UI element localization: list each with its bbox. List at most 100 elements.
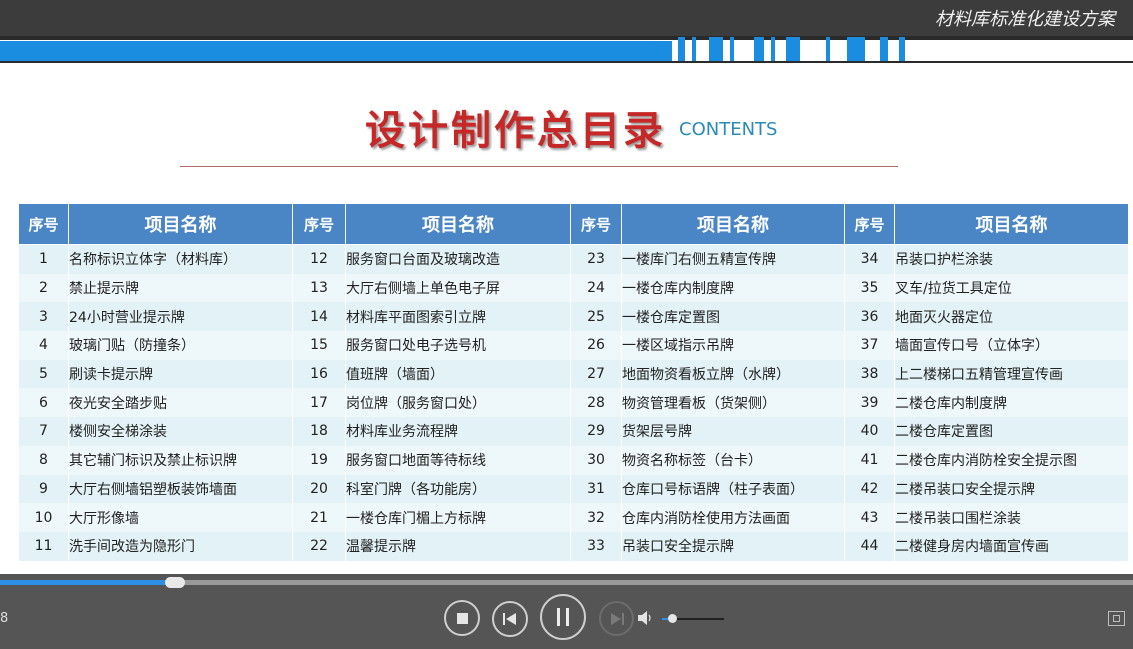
banner-stripe xyxy=(880,37,888,63)
item-name-cell: 一楼区域指示吊牌 xyxy=(621,331,845,360)
previous-button[interactable] xyxy=(492,601,528,637)
item-number-cell: 10 xyxy=(18,503,69,532)
item-number-cell: 37 xyxy=(844,331,895,360)
item-name-cell: 其它辅门标识及禁止标识牌 xyxy=(68,445,293,475)
item-number-cell: 30 xyxy=(570,445,622,475)
item-name-cell: 洗手间改造为隐形门 xyxy=(68,531,293,561)
column-header-name: 项目名称 xyxy=(894,203,1129,245)
item-number-cell: 17 xyxy=(292,388,346,418)
item-name-cell: 24小时营业提示牌 xyxy=(68,302,293,332)
progress-fill xyxy=(0,580,175,585)
item-name-cell: 一楼库门右侧五精宣传牌 xyxy=(621,244,845,274)
pause-icon xyxy=(557,608,569,626)
item-number-cell: 31 xyxy=(570,474,622,504)
item-number-cell: 35 xyxy=(844,273,895,303)
item-number-cell: 42 xyxy=(844,474,895,504)
fullscreen-icon[interactable] xyxy=(1108,611,1125,626)
item-number-cell: 44 xyxy=(844,531,895,561)
table-row: 3 24小时营业提示牌 14 材料库平面图索引立牌 25 一楼仓库定置图 36 地面灭火器定位 xyxy=(18,302,1129,332)
banner-stripe xyxy=(847,37,865,63)
item-name-cell: 货架层号牌 xyxy=(621,417,845,446)
top-divider xyxy=(0,36,1133,40)
item-name-cell: 楼侧安全梯涂装 xyxy=(68,417,293,446)
item-number-cell: 26 xyxy=(570,331,622,360)
banner-stripe xyxy=(786,37,800,63)
item-name-cell: 材料库平面图索引立牌 xyxy=(345,302,571,332)
slide-subtitle: CONTENTS xyxy=(679,119,778,140)
item-name-cell: 二楼健身房内墙面宣传画 xyxy=(894,531,1129,561)
item-name-cell: 墙面宣传口号（立体字） xyxy=(894,331,1129,360)
item-number-cell: 16 xyxy=(292,359,346,389)
table-row: 2 禁止提示牌 13 大厅右侧墙上单色电子屏 24 一楼仓库内制度牌 35 叉车/拉货工具定位 xyxy=(18,273,1129,303)
column-header-number: 序号 xyxy=(292,203,346,245)
item-name-cell: 服务窗口地面等待标线 xyxy=(345,445,571,475)
column-header-number: 序号 xyxy=(18,203,69,245)
item-name-cell: 科室门牌（各功能房） xyxy=(345,474,571,504)
item-name-cell: 仓库内消防栓使用方法画面 xyxy=(621,503,845,532)
item-name-cell: 禁止提示牌 xyxy=(68,273,293,303)
banner-stripe xyxy=(709,37,723,63)
item-number-cell: 1 xyxy=(18,244,69,274)
column-header-number: 序号 xyxy=(844,203,895,245)
item-number-cell: 6 xyxy=(18,388,69,418)
item-number-cell: 40 xyxy=(844,417,895,446)
item-number-cell: 4 xyxy=(18,331,69,360)
time-label: 8 xyxy=(0,611,9,626)
banner-stripe xyxy=(899,37,905,63)
item-name-cell: 仓库口号标语牌（柱子表面） xyxy=(621,474,845,504)
progress-thumb[interactable] xyxy=(165,577,185,588)
item-name-cell: 名称标识立体字（材料库） xyxy=(68,244,293,274)
volume-thumb[interactable] xyxy=(668,614,677,623)
previous-icon xyxy=(503,613,516,625)
column-header-name: 项目名称 xyxy=(621,203,845,245)
item-number-cell: 39 xyxy=(844,388,895,418)
item-name-cell: 大厅右侧墙上单色电子屏 xyxy=(345,273,571,303)
document-title: 材料库标准化建设方案 xyxy=(935,9,1115,30)
item-number-cell: 18 xyxy=(292,417,346,446)
item-number-cell: 13 xyxy=(292,273,346,303)
item-name-cell: 二楼仓库内消防栓安全提示图 xyxy=(894,445,1129,475)
item-number-cell: 23 xyxy=(570,244,622,274)
item-name-cell: 二楼吊装口围栏涂装 xyxy=(894,503,1129,532)
item-name-cell: 物资名称标签（台卡） xyxy=(621,445,845,475)
fullscreen-inner xyxy=(1113,615,1120,622)
pause-button[interactable] xyxy=(540,594,586,640)
column-header-number: 序号 xyxy=(570,203,622,245)
table-row: 4 玻璃门贴（防撞条） 15 服务窗口处电子选号机 26 一楼区域指示吊牌 37 墙面宣传口号… xyxy=(18,331,1129,360)
item-number-cell: 34 xyxy=(844,244,895,274)
item-name-cell: 一楼仓库门楣上方标牌 xyxy=(345,503,571,532)
item-name-cell: 值班牌（墙面） xyxy=(345,359,571,389)
item-number-cell: 7 xyxy=(18,417,69,446)
banner-stripe xyxy=(754,37,764,63)
table-row: 10 大厅形像墙 21 一楼仓库门楣上方标牌 32 仓库内消防栓使用方法画面 43 二楼吊装口… xyxy=(18,503,1129,532)
item-name-cell: 物资管理看板（货架侧） xyxy=(621,388,845,418)
item-number-cell: 9 xyxy=(18,474,69,504)
item-name-cell: 一楼仓库定置图 xyxy=(621,302,845,332)
item-name-cell: 温馨提示牌 xyxy=(345,531,571,561)
item-number-cell: 38 xyxy=(844,359,895,389)
banner-stripe xyxy=(730,37,734,63)
item-number-cell: 24 xyxy=(570,273,622,303)
item-name-cell: 大厅形像墙 xyxy=(68,503,293,532)
volume-icon[interactable] xyxy=(638,609,652,627)
item-number-cell: 41 xyxy=(844,445,895,475)
item-name-cell: 岗位牌（服务窗口处） xyxy=(345,388,571,418)
table-row: 11 洗手间改造为隐形门 22 温馨提示牌 33 吊装口安全提示牌 44 二楼健身房内墙面宣传… xyxy=(18,531,1129,561)
banner-divider xyxy=(0,61,1133,63)
item-name-cell: 吊装口安全提示牌 xyxy=(621,531,845,561)
column-header-name: 项目名称 xyxy=(345,203,571,245)
item-name-cell: 服务窗口处电子选号机 xyxy=(345,331,571,360)
item-number-cell: 8 xyxy=(18,445,69,475)
item-name-cell: 二楼仓库定置图 xyxy=(894,417,1129,446)
stop-button[interactable] xyxy=(444,600,480,636)
next-button[interactable] xyxy=(599,601,634,636)
banner-stripe xyxy=(678,37,685,63)
item-name-cell: 玻璃门贴（防撞条） xyxy=(68,331,293,360)
item-number-cell: 32 xyxy=(570,503,622,532)
next-icon xyxy=(610,612,624,625)
item-name-cell: 地面物资看板立牌（水牌） xyxy=(621,359,845,389)
item-name-cell: 夜光安全踏步贴 xyxy=(68,388,293,418)
item-name-cell: 二楼仓库内制度牌 xyxy=(894,388,1129,418)
contents-table: 序号 项目名称 序号 项目名称 序号 项目名称 序号 项目名称 1 名称标识立体字… xyxy=(18,203,1129,561)
item-number-cell: 11 xyxy=(18,531,69,561)
